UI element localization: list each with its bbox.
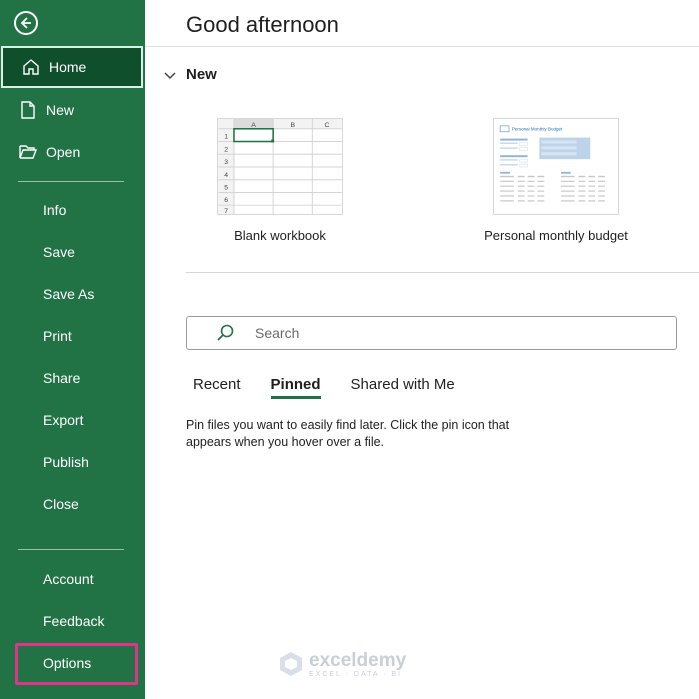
sidebar-divider: [18, 181, 124, 182]
section-divider: [186, 272, 699, 273]
sidebar-item-label: Save As: [43, 286, 95, 302]
column-header-c: C: [325, 122, 330, 129]
row-header-5: 5: [224, 185, 228, 192]
blank-workbook-thumbnail: A B C 1 2 3 4 5 6 7: [217, 118, 343, 215]
sidebar-item-label: Print: [43, 328, 72, 344]
budget-thumbnail: Personal Monthly Budget: [493, 118, 619, 215]
file-tabs: Recent Pinned Shared with Me: [193, 376, 485, 399]
chevron-down-icon: [164, 71, 176, 79]
sidebar-item-label: Close: [43, 496, 79, 512]
search-box[interactable]: [186, 316, 677, 350]
back-button[interactable]: [14, 11, 38, 35]
sidebar-item-save-as[interactable]: Save As: [0, 273, 145, 315]
pinned-empty-message: Pin files you want to easily find later.…: [186, 418, 510, 449]
sidebar-item-close[interactable]: Close: [0, 483, 145, 525]
sidebar-item-label: Open: [46, 144, 81, 160]
sidebar-item-feedback[interactable]: Feedback: [0, 600, 145, 642]
sidebar-item-label: Export: [43, 412, 84, 428]
tab-shared-with-me[interactable]: Shared with Me: [351, 376, 455, 399]
sidebar-item-label: Save: [43, 244, 75, 260]
page-title: Good afternoon: [186, 12, 339, 37]
new-document-icon: [18, 100, 38, 120]
tab-pinned[interactable]: Pinned: [270, 376, 321, 399]
sidebar-item-label: Share: [43, 370, 81, 386]
new-section-title: New: [186, 66, 217, 83]
watermark: exceldemy EXCEL · DATA · BI: [277, 650, 406, 678]
home-icon: [21, 57, 41, 77]
exceldemy-logo-icon: [280, 652, 302, 676]
header-divider: [145, 46, 699, 47]
watermark-tagline: EXCEL · DATA · BI: [309, 670, 402, 678]
sidebar-item-label: Info: [43, 202, 67, 218]
watermark-name: exceldemy: [309, 649, 407, 671]
folder-open-icon: [18, 142, 38, 162]
sidebar-item-account[interactable]: Account: [0, 558, 145, 600]
back-arrow-icon: [20, 17, 31, 29]
template-blank-workbook[interactable]: A B C 1 2 3 4 5 6 7 Blank workbook: [180, 118, 380, 243]
column-header-a: A: [251, 122, 256, 129]
sidebar-divider: [18, 549, 124, 550]
main-content: Good afternoon New A B C 1 2 3 4 5 6 7 B…: [145, 0, 699, 699]
sidebar-item-share[interactable]: Share: [0, 357, 145, 399]
tab-recent[interactable]: Recent: [193, 376, 241, 399]
new-section-toggle[interactable]: New: [162, 66, 217, 83]
sidebar-item-home[interactable]: Home: [1, 46, 143, 88]
sidebar-item-label: Account: [43, 571, 94, 587]
template-name: Blank workbook: [234, 228, 326, 243]
sidebar-item-save[interactable]: Save: [0, 231, 145, 273]
row-header-3: 3: [224, 159, 228, 166]
row-header-2: 2: [224, 146, 228, 153]
sidebar-item-label: New: [46, 102, 75, 118]
budget-thumb-title: Personal Monthly Budget: [512, 127, 563, 132]
row-header-1: 1: [224, 134, 228, 141]
backstage-sidebar: Home New Open Info Save Save As Print Sh…: [0, 0, 145, 699]
sidebar-item-publish[interactable]: Publish: [0, 441, 145, 483]
row-header-4: 4: [224, 172, 228, 179]
sidebar-item-label: Publish: [43, 454, 89, 470]
search-icon: [217, 324, 234, 341]
sidebar-item-label: Home: [49, 59, 87, 75]
sidebar-item-open[interactable]: Open: [0, 131, 145, 173]
sidebar-item-new[interactable]: New: [0, 89, 145, 131]
sidebar-item-info[interactable]: Info: [0, 189, 145, 231]
template-name: Personal monthly budget: [484, 228, 628, 243]
search-input[interactable]: [255, 325, 655, 341]
column-header-b: B: [290, 122, 295, 129]
sidebar-item-export[interactable]: Export: [0, 399, 145, 441]
options-highlight-box: [15, 643, 138, 685]
row-header-7: 7: [224, 208, 228, 215]
sidebar-item-print[interactable]: Print: [0, 315, 145, 357]
template-personal-monthly-budget[interactable]: Personal Monthly Budget Personal monthly…: [456, 118, 656, 243]
sidebar-item-label: Feedback: [43, 613, 105, 629]
row-header-6: 6: [224, 197, 228, 204]
